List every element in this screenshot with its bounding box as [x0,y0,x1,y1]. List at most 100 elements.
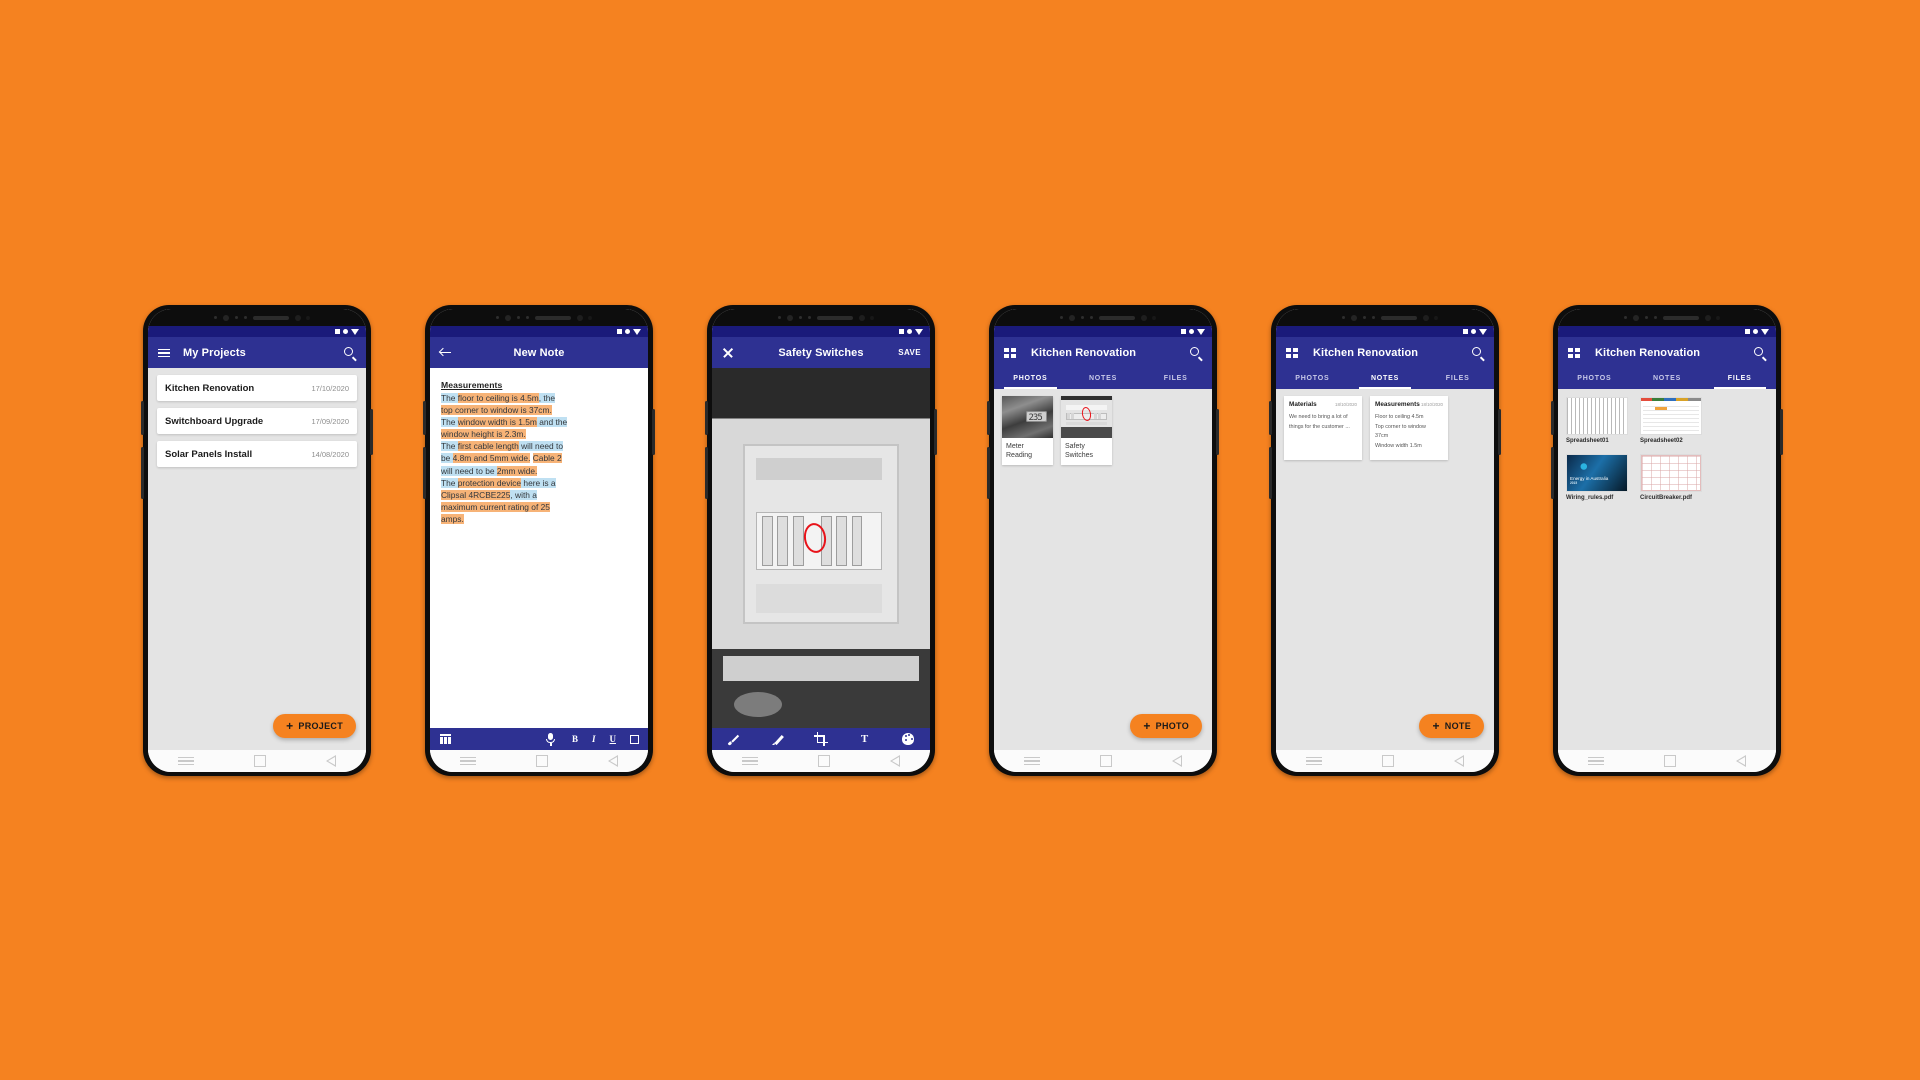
switchboard-photo [712,368,930,728]
microphone-icon[interactable] [544,732,558,746]
file-card-circuitbreaker[interactable]: CircuitBreaker.pdf [1640,454,1702,501]
tab-notes[interactable]: NOTES [1349,368,1422,389]
recents-button[interactable] [1024,755,1040,767]
files-grid: Spreadsheet01 Spreadsheet02 Energy in Au [1558,389,1776,509]
tab-files[interactable]: FILES [1139,368,1212,389]
tab-notes[interactable]: NOTES [1631,368,1704,389]
back-arrow-icon[interactable] [438,346,453,360]
highlighted-text-blue: here is a [521,477,556,488]
wifi-icon [625,329,630,334]
note-line: The floor to ceiling is 4.5m, the [441,392,637,404]
note-text-area[interactable]: Measurements The floor to ceiling is 4.5… [430,368,648,750]
note-card-measurements[interactable]: Measurements 18/10/2020 Floor to ceiling… [1370,396,1448,460]
underline-button[interactable]: U [610,734,617,744]
highlighted-text-blue: , the [538,393,556,403]
add-project-button[interactable]: + PROJECT [273,714,356,738]
add-photo-button[interactable]: + PHOTO [1130,714,1202,738]
tab-notes[interactable]: NOTES [1067,368,1140,389]
crop-icon[interactable] [813,732,828,746]
note-date: 18/10/2020 [1421,402,1443,407]
note-format-toolbar: B I U [430,728,648,750]
phone-projects: My Projects Kitchen Renovation 17/10/202… [141,305,373,776]
photo-canvas[interactable] [712,368,930,728]
grid-icon[interactable] [1003,346,1017,360]
brush-icon[interactable] [727,732,741,746]
highlighted-text-blue: , with a [510,489,537,500]
text-tool-icon[interactable]: T [858,732,872,746]
back-button[interactable] [326,755,336,767]
recents-button[interactable] [460,755,476,767]
photo-card-safety-switches[interactable]: Safety Switches [1061,396,1112,465]
close-icon[interactable] [721,346,735,360]
app-bar: Kitchen Renovation [994,337,1212,368]
file-card-spreadsheet02[interactable]: Spreadsheet02 [1640,397,1702,444]
recents-button[interactable] [742,755,758,767]
tab-bar: PHOTOS NOTES FILES [1276,368,1494,389]
tab-photos[interactable]: PHOTOS [1558,368,1631,389]
note-card-materials[interactable]: Materials 18/10/2020 We need to bring a … [1284,396,1362,460]
project-row-solar[interactable]: Solar Panels Install 14/08/2020 [157,441,357,467]
home-button[interactable] [1100,755,1112,767]
phone-notch [1276,309,1494,326]
recents-button[interactable] [178,755,194,767]
files-body: Spreadsheet01 Spreadsheet02 Energy in Au [1558,389,1776,750]
save-button[interactable]: SAVE [898,348,921,357]
android-nav-bar [430,750,648,772]
highlighted-text-orange: floor to ceiling is 4.5m [457,393,539,403]
status-bar [430,326,648,337]
photo-caption: Meter Reading [1006,443,1033,459]
back-button[interactable] [1454,755,1464,767]
tab-photos[interactable]: PHOTOS [1276,368,1349,389]
note-line: maximum current rating of 25 [441,501,637,513]
add-note-button[interactable]: + NOTE [1419,714,1484,738]
home-button[interactable] [536,755,548,767]
back-button[interactable] [608,755,618,767]
highlighted-text-blue: be [441,453,453,464]
table-icon[interactable] [439,732,453,746]
grid-icon[interactable] [1567,346,1581,360]
home-button[interactable] [254,755,266,767]
page-title: Kitchen Renovation [1031,346,1137,359]
highlighted-text-blue: The [441,417,458,428]
recents-button[interactable] [1588,755,1604,767]
highlighted-text-blue: will need to be [441,465,497,476]
file-card-wiring-rules[interactable]: Energy in Australia 2015 Wiring_rules.pd… [1566,454,1628,501]
add-project-label: PROJECT [298,721,343,731]
note-title: Materials [1289,401,1317,408]
app-bar: Safety Switches SAVE [712,337,930,368]
tab-files[interactable]: FILES [1703,368,1776,389]
search-icon[interactable] [343,346,357,362]
search-icon[interactable] [1189,346,1203,362]
photo-card-meter[interactable]: 235 Meter Reading [1002,396,1053,465]
back-button[interactable] [1736,755,1746,767]
project-date: 17/10/2020 [311,383,349,393]
back-button[interactable] [890,755,900,767]
highlighted-text-orange: top corner to window is 37cm. [441,405,552,416]
highlight-square-icon[interactable] [630,734,639,744]
plus-icon: + [286,719,294,733]
home-button[interactable] [818,755,830,767]
file-card-spreadsheet01[interactable]: Spreadsheet01 [1566,397,1628,444]
pen-icon[interactable] [770,732,785,746]
hamburger-icon[interactable] [157,346,171,360]
recents-button[interactable] [1306,755,1322,767]
search-icon[interactable] [1471,346,1485,362]
android-nav-bar [1558,750,1776,772]
home-button[interactable] [1664,755,1676,767]
switchboard-photo [1061,396,1112,438]
project-row-switchboard[interactable]: Switchboard Upgrade 17/09/2020 [157,408,357,434]
italic-button[interactable]: I [592,734,596,744]
tab-files[interactable]: FILES [1421,368,1494,389]
home-button[interactable] [1382,755,1394,767]
highlighted-text-orange: 2mm wide. [496,465,538,476]
project-row-kitchen[interactable]: Kitchen Renovation 17/10/2020 [157,375,357,401]
search-icon[interactable] [1753,346,1767,362]
color-palette-icon[interactable] [901,732,915,746]
note-preview: Floor to ceiling 4.5m Top corner to wind… [1375,413,1443,451]
tab-photos[interactable]: PHOTOS [994,368,1067,389]
grid-icon[interactable] [1285,346,1299,360]
bold-button[interactable]: B [572,734,578,744]
back-button[interactable] [1172,755,1182,767]
page-title: My Projects [183,346,246,359]
highlighted-text-orange: first cable length [457,441,519,452]
